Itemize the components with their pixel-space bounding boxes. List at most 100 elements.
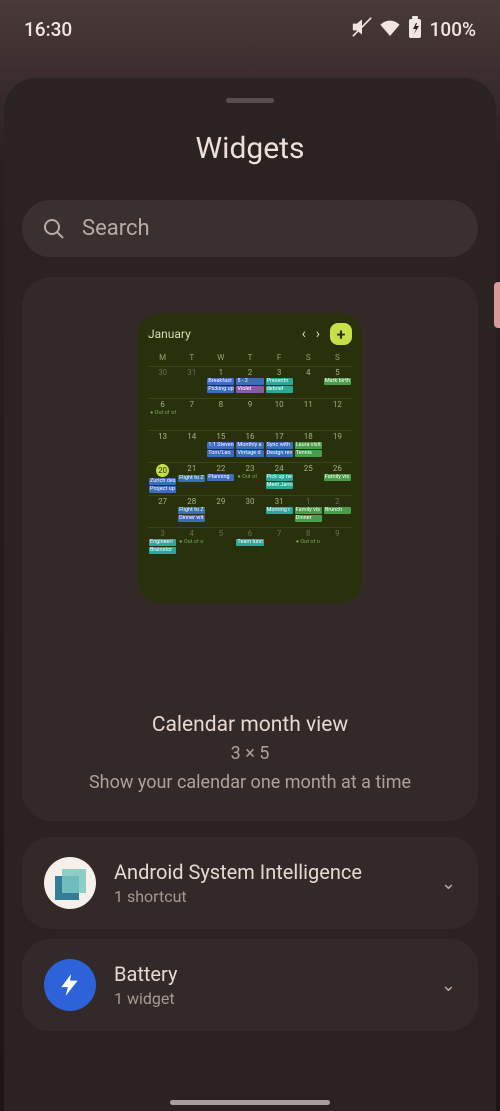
calendar-event[interactable]: Brainstor (149, 547, 176, 554)
calendar-day[interactable]: 9 (235, 398, 264, 430)
add-event-button[interactable]: + (330, 323, 352, 345)
chevron-left-icon[interactable]: ‹ (302, 326, 306, 342)
calendar-event[interactable]: Presentn (266, 378, 293, 385)
status-right: 100% (352, 16, 476, 43)
drag-handle[interactable] (226, 98, 274, 103)
calendar-day[interactable]: 9 (323, 527, 352, 559)
calendar-day[interactable]: 1Family visDinner (294, 495, 323, 527)
calendar-day[interactable]: 5Mark birth (323, 366, 352, 398)
widget-group-battery[interactable]: Battery 1 widget ⌄ (22, 939, 478, 1031)
calendar-event[interactable]: Laura visit (295, 442, 322, 449)
calendar-event[interactable]: Brunch (324, 507, 351, 514)
calendar-day[interactable]: 24Pick up neMeet Jami (265, 462, 294, 495)
calendar-event[interactable]: Morning r (266, 507, 293, 514)
calendar-event[interactable]: Project up (149, 486, 176, 493)
calendar-event[interactable]: Pick up ne (266, 474, 293, 481)
gesture-bar[interactable] (170, 1100, 330, 1105)
calendar-day[interactable]: 21Flight to Z (177, 462, 206, 495)
calendar-day[interactable]: 25 (294, 462, 323, 495)
calendar-day[interactable]: 12 (323, 398, 352, 430)
calendar-event[interactable]: ● Out of office (149, 410, 176, 417)
calendar-event[interactable]: Tom/Leo (207, 450, 234, 457)
calendar-event[interactable]: Sync with (266, 442, 293, 449)
calendar-day[interactable]: 26Family vis (323, 462, 352, 495)
search-input[interactable]: Search (22, 200, 478, 257)
chevron-right-icon[interactable]: › (316, 326, 320, 342)
calendar-day[interactable]: 1BreakfastPicking up (206, 366, 235, 398)
calendar-event[interactable]: Design rev (266, 450, 293, 457)
calendar-day[interactable]: 23● Out of (235, 462, 264, 495)
calendar-day[interactable]: 13 (148, 430, 177, 462)
calendar-day[interactable]: 2Brunch (323, 495, 352, 527)
calendar-day[interactable]: 7 (177, 398, 206, 430)
calendar-event[interactable]: Dinner wit (178, 515, 205, 522)
calendar-event[interactable]: Violet (236, 386, 263, 393)
calendar-event[interactable]: Family vis (295, 507, 322, 514)
calendar-day[interactable]: 6Team lunc (235, 527, 264, 559)
calendar-day[interactable]: 14 (177, 430, 206, 462)
calendar-day[interactable]: 8 (206, 398, 235, 430)
scroll-indicator (494, 282, 500, 328)
calendar-event[interactable]: Zurich design days (149, 478, 176, 485)
calendar-day[interactable]: 22Planning (206, 462, 235, 495)
calendar-event[interactable]: debrief (266, 386, 293, 393)
calendar-day[interactable]: 4 (294, 366, 323, 398)
day-of-week: M (148, 353, 177, 366)
battery-icon (408, 16, 422, 43)
widget-preview-card[interactable]: January ‹ › + MTWTFSS30311BreakfastPicki… (22, 277, 478, 821)
calendar-event[interactable]: Flight to Z (178, 507, 205, 514)
calendar-event[interactable]: Flight to Z (178, 475, 205, 482)
calendar-day[interactable]: 4● Out of o (177, 527, 206, 559)
calendar-day[interactable]: 20Zurich design daysProject up (148, 462, 177, 495)
calendar-event[interactable]: Family vis (324, 474, 351, 481)
calendar-event[interactable]: Vintage d (236, 450, 263, 457)
row-title: Battery (114, 962, 423, 986)
calendar-day[interactable]: 28Flight to ZDinner wit (177, 495, 206, 527)
calendar-event[interactable]: Tennis (295, 450, 322, 457)
calendar-day[interactable]: 5 (206, 527, 235, 559)
calendar-day[interactable]: 31Morning r (265, 495, 294, 527)
battery-app-icon (44, 959, 96, 1011)
calendar-event[interactable]: ● Out of o (178, 539, 205, 546)
calendar-event[interactable]: Dinner (295, 515, 322, 522)
calendar-event[interactable]: ● Out of o (295, 539, 322, 546)
calendar-event[interactable]: Mark birth (324, 378, 351, 385)
status-time: 16:30 (24, 18, 72, 41)
calendar-day[interactable]: 10 (265, 398, 294, 430)
calendar-day[interactable]: 11 (294, 398, 323, 430)
calendar-event[interactable]: Breakfast (207, 378, 234, 385)
calendar-event[interactable]: 1:1 Steven (207, 442, 234, 449)
calendar-day[interactable]: 30 (148, 366, 177, 398)
calendar-day[interactable]: 16Monthly aVintage d (235, 430, 264, 462)
calendar-day[interactable]: 29 (206, 495, 235, 527)
calendar-month-label: January (148, 327, 191, 341)
calendar-day[interactable]: 19 (323, 430, 352, 462)
preview-description: Show your calendar one month at a time (89, 772, 411, 793)
calendar-event[interactable]: Planning (207, 474, 234, 481)
chevron-down-icon: ⌄ (441, 975, 456, 996)
calendar-day[interactable]: 17Sync withDesign rev (265, 430, 294, 462)
calendar-event[interactable]: Meet Jami (266, 482, 293, 489)
calendar-day[interactable]: 31 (177, 366, 206, 398)
calendar-event[interactable]: Monthly a (236, 442, 263, 449)
calendar-event[interactable]: ● Out of (236, 474, 263, 481)
calendar-event[interactable]: 5 - 2 (236, 378, 263, 385)
calendar-day[interactable]: 6● Out of office (148, 398, 177, 430)
row-subtitle: 1 widget (114, 989, 423, 1008)
calendar-day[interactable]: 7 (265, 527, 294, 559)
calendar-event[interactable]: Picking up (207, 386, 234, 393)
calendar-event[interactable]: Team lunc (236, 539, 263, 546)
calendar-day[interactable]: 8● Out of o (294, 527, 323, 559)
calendar-event[interactable]: Engineeri (149, 539, 176, 546)
widget-group-asi[interactable]: Android System Intelligence 1 shortcut ⌄ (22, 837, 478, 929)
page-title: Widgets (4, 131, 496, 166)
calendar-day[interactable]: 3EngineeriBrainstor (148, 527, 177, 559)
wifi-icon (380, 18, 400, 41)
calendar-day[interactable]: 18Laura visitTennis (294, 430, 323, 462)
day-of-week: F (265, 353, 294, 366)
calendar-day[interactable]: 25 - 2Violet (235, 366, 264, 398)
calendar-day[interactable]: 27 (148, 495, 177, 527)
calendar-day[interactable]: 151:1 StevenTom/Leo (206, 430, 235, 462)
calendar-day[interactable]: 3Presentndebrief (265, 366, 294, 398)
calendar-day[interactable]: 30 (235, 495, 264, 527)
